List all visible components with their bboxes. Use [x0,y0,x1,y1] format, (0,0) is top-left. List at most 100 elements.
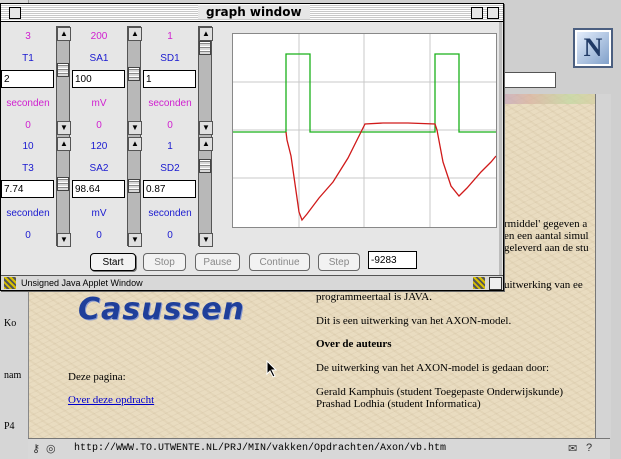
response-trace [285,122,497,222]
param-min: 0 [25,120,31,131]
param-value-field[interactable]: 2 [1,70,54,88]
resize-grip-icon[interactable] [489,277,502,290]
left-label-2: nam [4,370,22,381]
param-value-field[interactable]: 7.74 [1,180,54,198]
mouse-cursor-icon [266,360,278,378]
continue-button[interactable]: Continue [249,253,310,271]
param-min: 0 [96,120,102,131]
param-min: 0 [25,230,31,241]
param-name: T1 [22,53,34,64]
casussen-logo: Casussen [78,292,245,327]
param-max: 1 [167,141,173,152]
stop-button[interactable]: Stop [143,253,186,271]
arrow-down-icon[interactable]: ▼ [57,121,71,135]
arrow-down-icon[interactable]: ▼ [199,233,213,247]
pause-button[interactable]: Pause [195,253,240,271]
collapse-box-icon[interactable] [487,7,499,19]
param-max: 1 [167,31,173,42]
applet-title: graph window [198,5,310,19]
slider-thumb[interactable] [57,63,69,77]
intro-line-2: en een aantal simul [504,230,589,242]
mail-icon[interactable]: ✉ [568,442,577,455]
deze-pagina-label: Deze pagina: [68,371,126,383]
arrow-up-icon[interactable]: ▲ [128,137,142,151]
arrow-down-icon[interactable]: ▼ [128,121,142,135]
arrow-down-icon[interactable]: ▼ [57,233,71,247]
slider-thumb[interactable] [128,179,140,193]
netscape-logo-icon[interactable]: N [573,28,613,68]
param-column-sa2: 120 SA2 98.64 mV 0 [72,136,126,244]
param-max: 3 [25,31,31,42]
author-1: Gerald Kamphuis (student Toegepaste Onde… [316,386,564,398]
close-box-icon[interactable] [9,7,21,19]
arrow-up-icon[interactable]: ▲ [199,137,213,151]
param-max: 10 [22,141,34,152]
param-column-sd1: 1 SD1 1 seconden 0 [143,26,197,134]
slider-sd1-sd2[interactable]: ▲ ▼ ▲ ▼ [198,26,213,247]
start-button[interactable]: Start [90,253,136,271]
applet-titlebar[interactable]: graph window [1,4,503,22]
graph-plot [233,34,497,227]
slider-thumb[interactable] [128,67,140,81]
step-button[interactable]: Step [318,253,360,271]
status-url: http://WWW.TO.UTWENTE.NL/PRJ/MIN/vakken/… [74,443,447,454]
arrow-up-icon[interactable]: ▲ [128,27,142,41]
help-icon[interactable]: ? [586,442,592,454]
param-min: 0 [167,230,173,241]
param-column-sa1: 200 SA1 100 mV 0 [72,26,126,134]
arrow-up-icon[interactable]: ▲ [199,27,213,41]
slider-thumb[interactable] [57,177,69,191]
author-2: Prashad Lodhia (student Informatica) [316,398,481,410]
param-name: SD2 [160,163,180,174]
location-field[interactable] [500,72,556,88]
param-value-field[interactable]: 98.64 [72,180,125,198]
counter-field[interactable]: -9283 [368,251,417,269]
param-min: 0 [96,230,102,241]
param-unit: seconden [6,208,50,219]
param-value-field[interactable]: 100 [72,70,125,88]
page-border-decoration [490,94,610,104]
param-min: 0 [167,120,173,131]
warning-stripe-icon [4,277,16,289]
slider-thumb[interactable] [199,41,211,55]
opdracht-link[interactable]: Over deze opdracht [68,394,154,406]
arrow-down-icon[interactable]: ▼ [128,233,142,247]
arrow-up-icon[interactable]: ▲ [57,137,71,151]
security-key-icon: ⚷ [32,443,41,455]
applet-status-text: Unsigned Java Applet Window [21,278,143,288]
axon-line: Dit is een uitwerking van het AXON-model… [316,315,512,327]
slider-sa1-sa2[interactable]: ▲ ▼ ▲ ▼ [127,26,142,247]
graph-area [232,33,497,228]
param-column-t1: 3 T1 2 seconden 0 [1,26,55,134]
param-name: SA1 [89,53,109,64]
param-unit: seconden [148,98,192,109]
param-unit: seconden [6,98,50,109]
authors-heading: Over de auteurs [316,338,392,350]
param-value-field[interactable]: 1 [143,70,196,88]
intro-line-1: rmiddel' gegeven a [504,218,588,230]
intro-line-3: geleverd aan de stu [504,242,589,254]
param-name: T3 [22,163,34,174]
browser-status-bar: ⚷ ◎ http://WWW.TO.UTWENTE.NL/PRJ/MIN/vak… [28,438,610,459]
param-column-t2: 10 T3 7.74 seconden 0 [1,136,55,244]
uitwerking-tail: uitwerking van ee [504,279,583,291]
param-max: 200 [90,31,108,42]
language-line: programmeertaal is JAVA. [316,291,432,303]
arrow-down-icon[interactable]: ▼ [199,121,213,135]
param-unit: seconden [148,208,192,219]
param-column-sd2: 1 SD2 0.87 seconden 0 [143,136,197,244]
slider-t1-t3[interactable]: ▲ ▼ ▲ ▼ [56,26,71,247]
applet-window: graph window 3 T1 2 seconden 0 200 SA1 100 mV 0 1 S… [0,3,504,291]
window-right-gutter [499,22,502,275]
graph-grid [233,34,496,227]
param-name: SA2 [89,163,109,174]
page-scrollbar[interactable] [595,94,611,438]
authors-intro: De uitwerking van het AXON-model is geda… [316,362,550,374]
slider-thumb[interactable] [199,159,211,173]
zoom-box-icon[interactable] [471,7,483,19]
param-max: 120 [90,141,108,152]
arrow-up-icon[interactable]: ▲ [57,27,71,41]
param-name: SD1 [160,53,180,64]
param-value-field[interactable]: 0.87 [143,180,196,198]
param-unit: mV [91,208,107,219]
